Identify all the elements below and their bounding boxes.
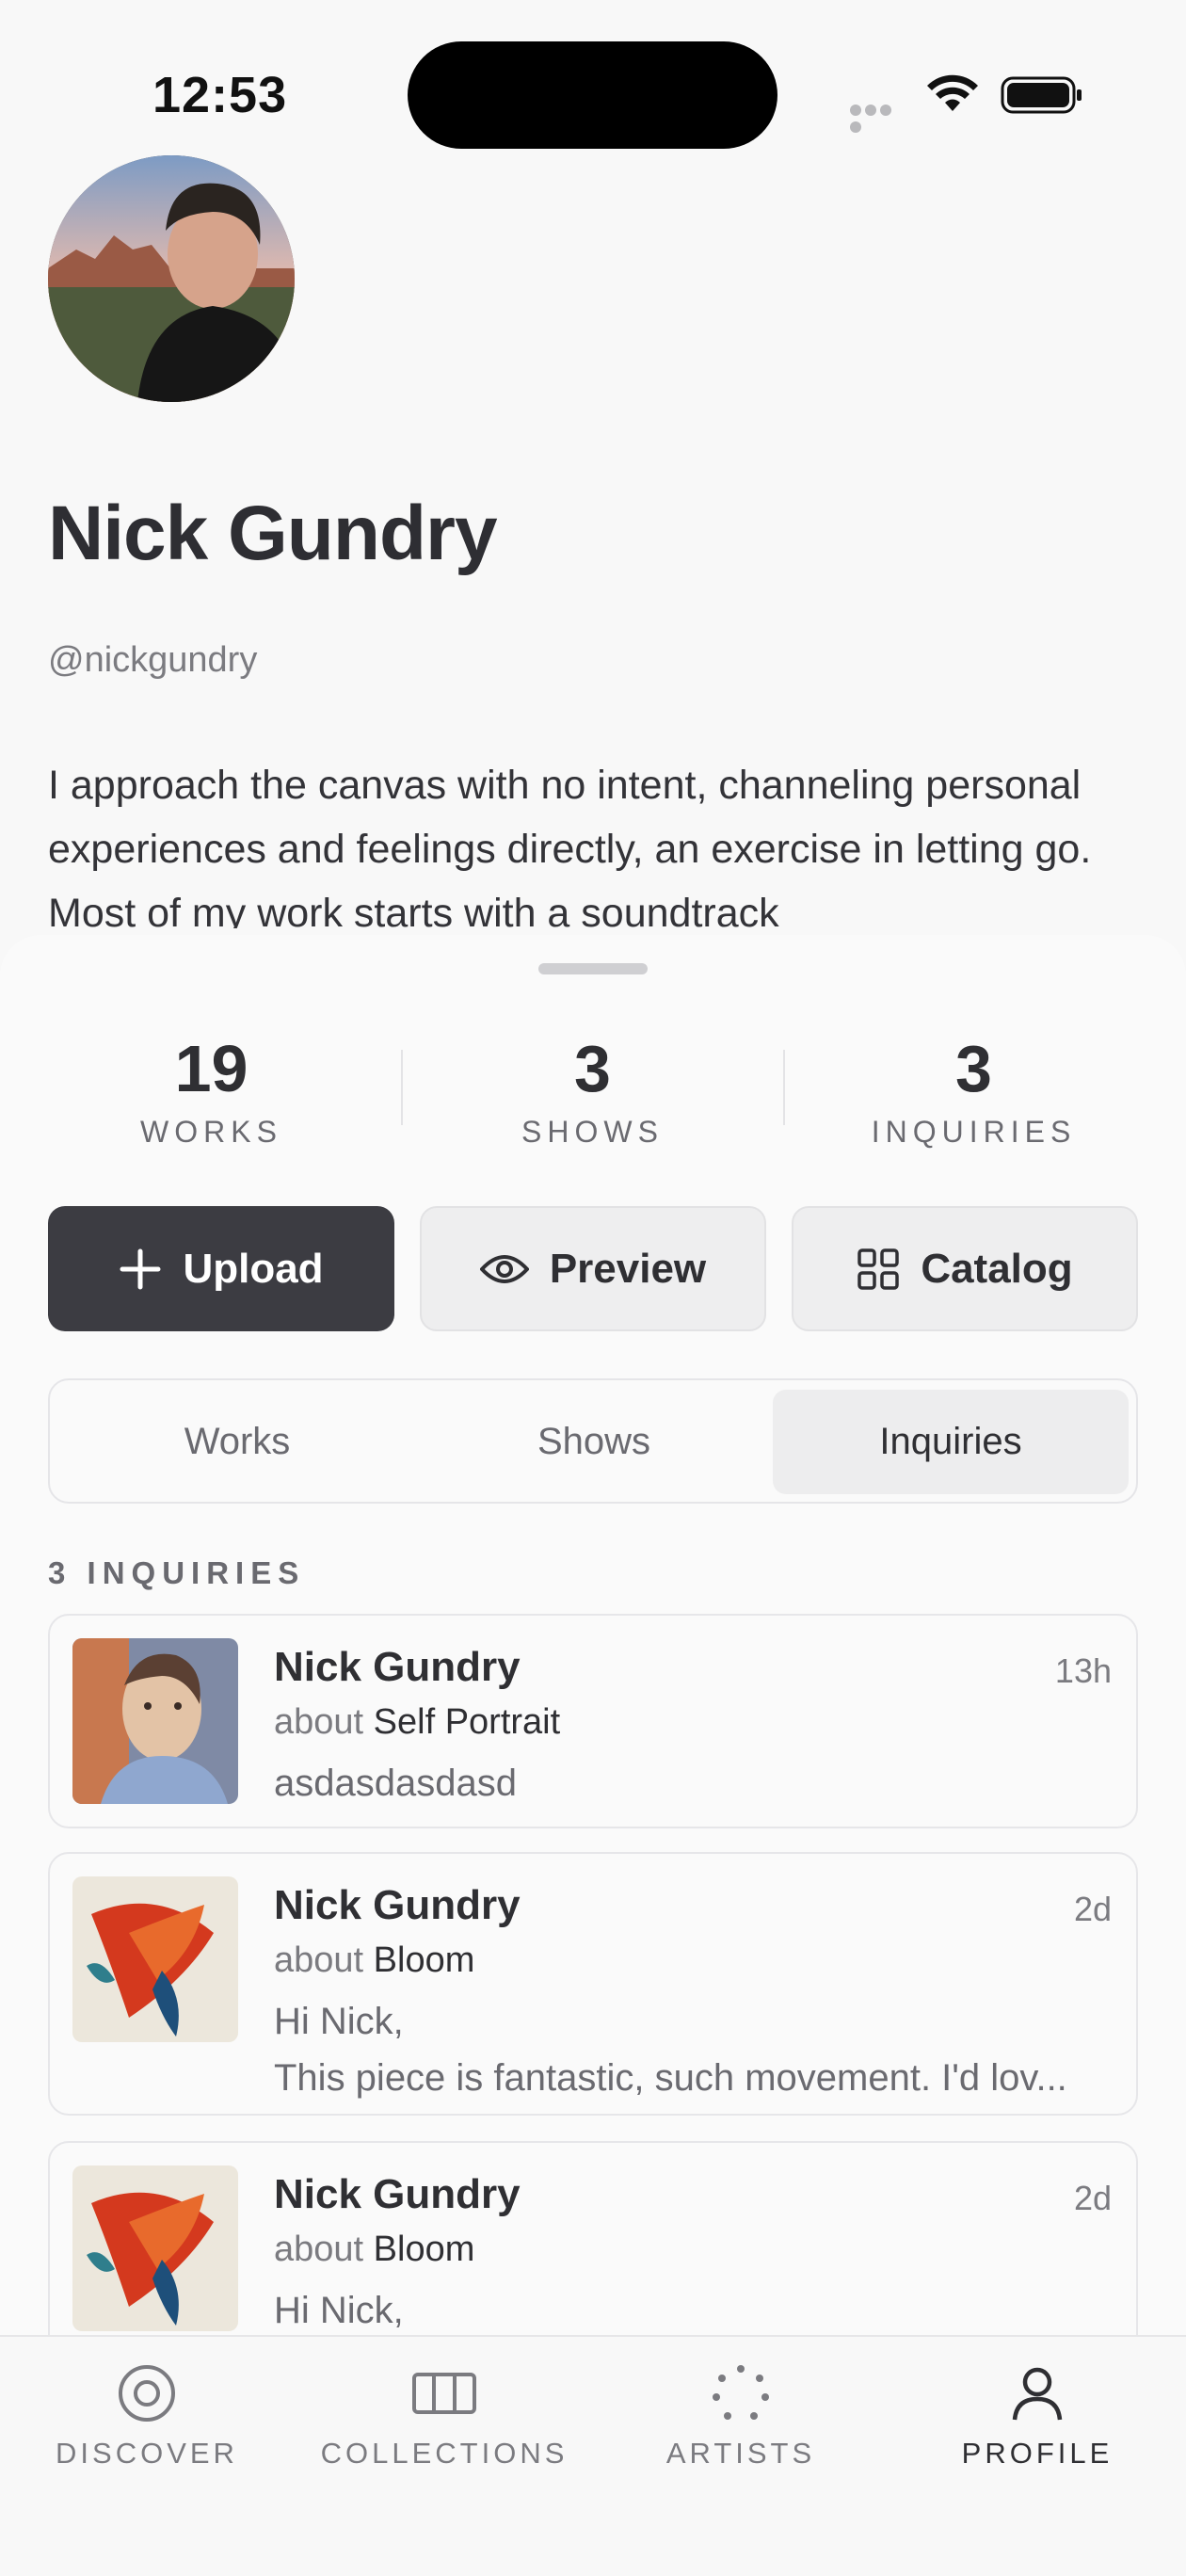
profile-handle: @nickgundry [48, 640, 258, 680]
columns-icon [412, 2373, 476, 2414]
inquiry-about: about Self Portrait [274, 1702, 561, 1742]
tab-profile[interactable]: PROFILE [896, 2363, 1178, 2471]
preview-button[interactable]: Preview [420, 1206, 766, 1331]
stat-inquiries-value: 3 [955, 1032, 992, 1105]
stat-shows: 3 SHOWS [402, 1026, 783, 1150]
stat-shows-label: SHOWS [521, 1115, 664, 1149]
sheet-grabber[interactable] [538, 963, 648, 974]
tab-profile-label: PROFILE [961, 2437, 1114, 2470]
inquiry-time: 2d [1073, 2179, 1112, 2217]
plus-icon [120, 1248, 161, 1289]
inquiry-sender: Nick Gundry [274, 1882, 521, 1928]
tab-artists-label: ARTISTS [665, 2437, 816, 2470]
inquiry-artwork: Bloom [373, 2230, 475, 2269]
inquiry-message: Hi Nick, [274, 2290, 404, 2331]
profile-bio: I approach the canvas with no intent, ch… [48, 763, 1092, 928]
artwork-thumbnail [72, 1876, 238, 2042]
inquiry-sender: Nick Gundry [274, 2171, 521, 2217]
tab-collections-label: COLLECTIONS [320, 2437, 569, 2470]
dots-circle-icon [713, 2365, 769, 2420]
inquiry-card[interactable]: Nick Gundry 2d about Bloom Hi Nick, This… [48, 1852, 1138, 2116]
inquiry-about: about Bloom [274, 2230, 475, 2269]
stat-inquiries: 3 INQUIRIES [783, 1026, 1164, 1150]
profile-name: Nick Gundry [48, 491, 498, 576]
eye-icon [479, 1254, 529, 1283]
inquiry-about: about Bloom [274, 1940, 475, 1980]
target-icon [119, 2365, 175, 2422]
inquiry-sender: Nick Gundry [274, 1644, 521, 1690]
stat-works-value: 19 [174, 1032, 248, 1105]
segmented-control: Works Shows Inquiries [48, 1378, 1138, 1504]
tab-collections[interactable]: COLLECTIONS [303, 2363, 585, 2471]
stat-inquiries-label: INQUIRIES [871, 1115, 1077, 1149]
inquiry-time: 2d [1073, 1890, 1112, 1928]
artwork-thumbnail [72, 1638, 238, 1804]
battery-icon [1001, 76, 1082, 114]
cellular-signal-icon [850, 104, 908, 133]
inquiry-message: asdasdasdasd [274, 1763, 517, 1804]
inquiry-artwork: Bloom [373, 1940, 475, 1980]
grid-icon [857, 1248, 900, 1290]
status-time: 12:53 [152, 67, 288, 123]
person-icon [1012, 2367, 1063, 2421]
wifi-icon [927, 74, 978, 111]
inquiry-artwork: Self Portrait [373, 1702, 561, 1742]
dynamic-island [408, 41, 777, 149]
inquiry-message-preview: This piece is fantastic, such movement. … [274, 2057, 1067, 2099]
tab-shows[interactable]: Shows [416, 1390, 772, 1494]
stat-works: 19 WORKS [21, 1026, 402, 1150]
tab-works[interactable]: Works [59, 1390, 415, 1494]
profile-avatar [48, 155, 295, 402]
tab-discover-label: DISCOVER [56, 2437, 238, 2470]
catalog-button-label: Catalog [921, 1245, 1073, 1292]
inquiry-time: 13h [1054, 1651, 1112, 1690]
stat-shows-value: 3 [574, 1032, 611, 1105]
preview-button-label: Preview [549, 1245, 707, 1292]
tab-inquiries[interactable]: Inquiries [773, 1390, 1129, 1494]
inquiry-message: Hi Nick, [274, 2001, 404, 2042]
catalog-button[interactable]: Catalog [792, 1206, 1138, 1331]
tab-artists[interactable]: ARTISTS [600, 2363, 882, 2471]
stat-works-label: WORKS [140, 1115, 282, 1149]
tab-discover[interactable]: DISCOVER [6, 2363, 288, 2471]
section-title: 3 INQUIRIES [48, 1555, 306, 1590]
upload-button[interactable]: Upload [48, 1206, 394, 1331]
artwork-thumbnail [72, 2165, 238, 2331]
inquiry-card[interactable]: Nick Gundry 13h about Self Portrait asda… [48, 1614, 1138, 1828]
upload-button-label: Upload [183, 1245, 324, 1292]
bottom-tab-bar: DISCOVER COLLECTIONS ARTISTS PROFILE [0, 2335, 1186, 2576]
